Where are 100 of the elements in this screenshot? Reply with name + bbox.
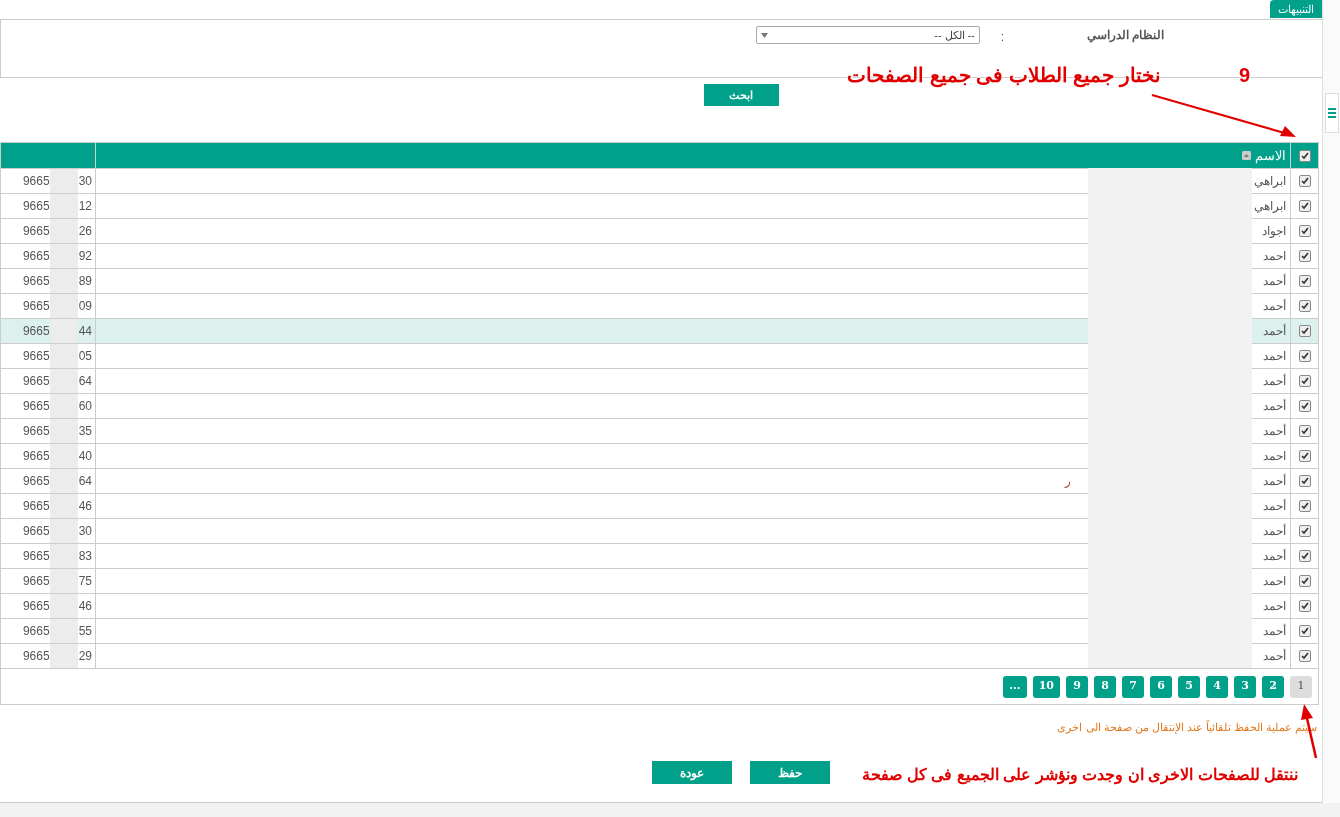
- check-icon: [1300, 452, 1309, 460]
- redaction-blur: [49, 369, 78, 393]
- checkbox[interactable]: [1298, 375, 1311, 387]
- redaction-blur: [49, 169, 78, 193]
- redaction-blur: [49, 619, 78, 643]
- student-name: أحمد: [1263, 548, 1286, 565]
- menu-icon[interactable]: [1324, 93, 1339, 133]
- notifications-tab[interactable]: التنبيهات: [1270, 0, 1322, 18]
- phone-prefix: 9665: [22, 498, 50, 515]
- check-icon: [1300, 202, 1309, 210]
- check-icon: [1300, 327, 1309, 335]
- student-name: احمد: [1263, 248, 1286, 265]
- page-button[interactable]: 5: [1178, 675, 1200, 698]
- phone-suffix: 12: [77, 198, 92, 215]
- student-name: أحمد: [1263, 523, 1286, 540]
- page-button[interactable]: 3: [1234, 675, 1256, 698]
- check-icon: [1300, 402, 1309, 410]
- dropdown-caret-icon: [761, 32, 768, 38]
- checkbox[interactable]: [1298, 625, 1311, 637]
- check-icon: [1300, 377, 1309, 385]
- student-name: أحمد: [1263, 298, 1286, 315]
- phone-prefix: 9665: [22, 473, 50, 490]
- page-button[interactable]: 2: [1262, 675, 1284, 698]
- checkbox[interactable]: [1298, 325, 1311, 337]
- system-select[interactable]: -- الكل --: [756, 26, 980, 44]
- phone-prefix: 9665: [22, 523, 50, 540]
- check-icon: [1300, 602, 1309, 610]
- student-name: أحمد: [1263, 423, 1286, 440]
- page-button[interactable]: 6: [1150, 675, 1172, 698]
- checkbox[interactable]: [1298, 225, 1311, 237]
- redaction-blur: [49, 594, 78, 618]
- redaction-blur: [49, 219, 78, 243]
- checkbox[interactable]: [1298, 200, 1311, 212]
- student-name: أحمد: [1263, 498, 1286, 515]
- check-icon: [1300, 302, 1309, 310]
- checkbox[interactable]: [1298, 275, 1311, 287]
- page-button[interactable]: 10: [1032, 675, 1060, 698]
- phone-prefix: 9665: [22, 373, 50, 390]
- redaction-blur: [49, 569, 78, 593]
- phone-suffix: 89: [77, 273, 92, 290]
- student-name: اجواد: [1262, 223, 1286, 240]
- page-button[interactable]: 8: [1094, 675, 1116, 698]
- phone-prefix: 9665: [22, 273, 50, 290]
- back-button[interactable]: عودة: [652, 761, 732, 784]
- redaction-blur: [49, 319, 78, 343]
- phone-prefix: 9665: [22, 598, 50, 615]
- phone-suffix: 09: [77, 298, 92, 315]
- check-icon: [1300, 252, 1309, 260]
- phone-suffix: 44: [77, 323, 92, 340]
- checkbox[interactable]: [1298, 350, 1311, 362]
- page-button[interactable]: 1: [1290, 675, 1312, 698]
- phone-suffix: 64: [77, 473, 92, 490]
- page-button[interactable]: ...: [1003, 675, 1027, 698]
- redaction-blur: [49, 469, 78, 493]
- phone-prefix: 9665: [22, 198, 50, 215]
- check-icon: [1300, 227, 1309, 235]
- checkbox[interactable]: [1298, 500, 1311, 512]
- phone-suffix: 30: [77, 523, 92, 540]
- checkbox[interactable]: [1298, 575, 1311, 587]
- page-button[interactable]: 9: [1066, 675, 1088, 698]
- checkbox[interactable]: [1298, 650, 1311, 662]
- check-icon: [1300, 477, 1309, 485]
- student-name: احمد: [1263, 598, 1286, 615]
- page-button[interactable]: 7: [1122, 675, 1144, 698]
- checkbox[interactable]: [1298, 250, 1311, 262]
- phone-prefix: 9665: [22, 223, 50, 240]
- checkbox[interactable]: [1298, 400, 1311, 412]
- checkbox[interactable]: [1298, 600, 1311, 612]
- redaction-blur: [49, 444, 78, 468]
- student-name: أحمد: [1263, 473, 1286, 490]
- check-icon: [1300, 502, 1309, 510]
- redaction-blur: [49, 244, 78, 268]
- checkbox[interactable]: [1298, 149, 1311, 162]
- search-button[interactable]: ابحث: [703, 84, 779, 106]
- page-button[interactable]: 4: [1206, 675, 1228, 698]
- phone-suffix: 40: [77, 448, 92, 465]
- student-name: احمد: [1263, 573, 1286, 590]
- checkbox[interactable]: [1298, 425, 1311, 437]
- student-name: ابراهي: [1254, 173, 1286, 190]
- checkbox[interactable]: [1298, 475, 1311, 487]
- name-fragment: ر: [1065, 473, 1071, 490]
- phone-prefix: 9665: [22, 573, 50, 590]
- check-icon: [1300, 151, 1309, 160]
- student-name: أحمد: [1263, 648, 1286, 665]
- checkbox[interactable]: [1298, 450, 1311, 462]
- checkbox[interactable]: [1298, 525, 1311, 537]
- filter-label: النظام الدراسي: [1085, 27, 1164, 44]
- colon: :: [999, 29, 1004, 46]
- phone-prefix: 9665: [22, 448, 50, 465]
- redaction-blur: [49, 419, 78, 443]
- student-name: أحمد: [1263, 373, 1286, 390]
- checkbox[interactable]: [1298, 550, 1311, 562]
- phone-prefix: 9665: [22, 398, 50, 415]
- checkbox[interactable]: [1298, 300, 1311, 312]
- annotation-text: ننتقل للصفحات الاخرى ان وجدت ونؤشر على الجميع فى كل صفحة: [861, 765, 1298, 787]
- phone-suffix: 30: [77, 173, 92, 190]
- redaction-blur: [49, 194, 78, 218]
- save-button[interactable]: حفظ: [750, 761, 830, 784]
- checkbox[interactable]: [1298, 175, 1311, 187]
- phone-prefix: 9665: [22, 648, 50, 665]
